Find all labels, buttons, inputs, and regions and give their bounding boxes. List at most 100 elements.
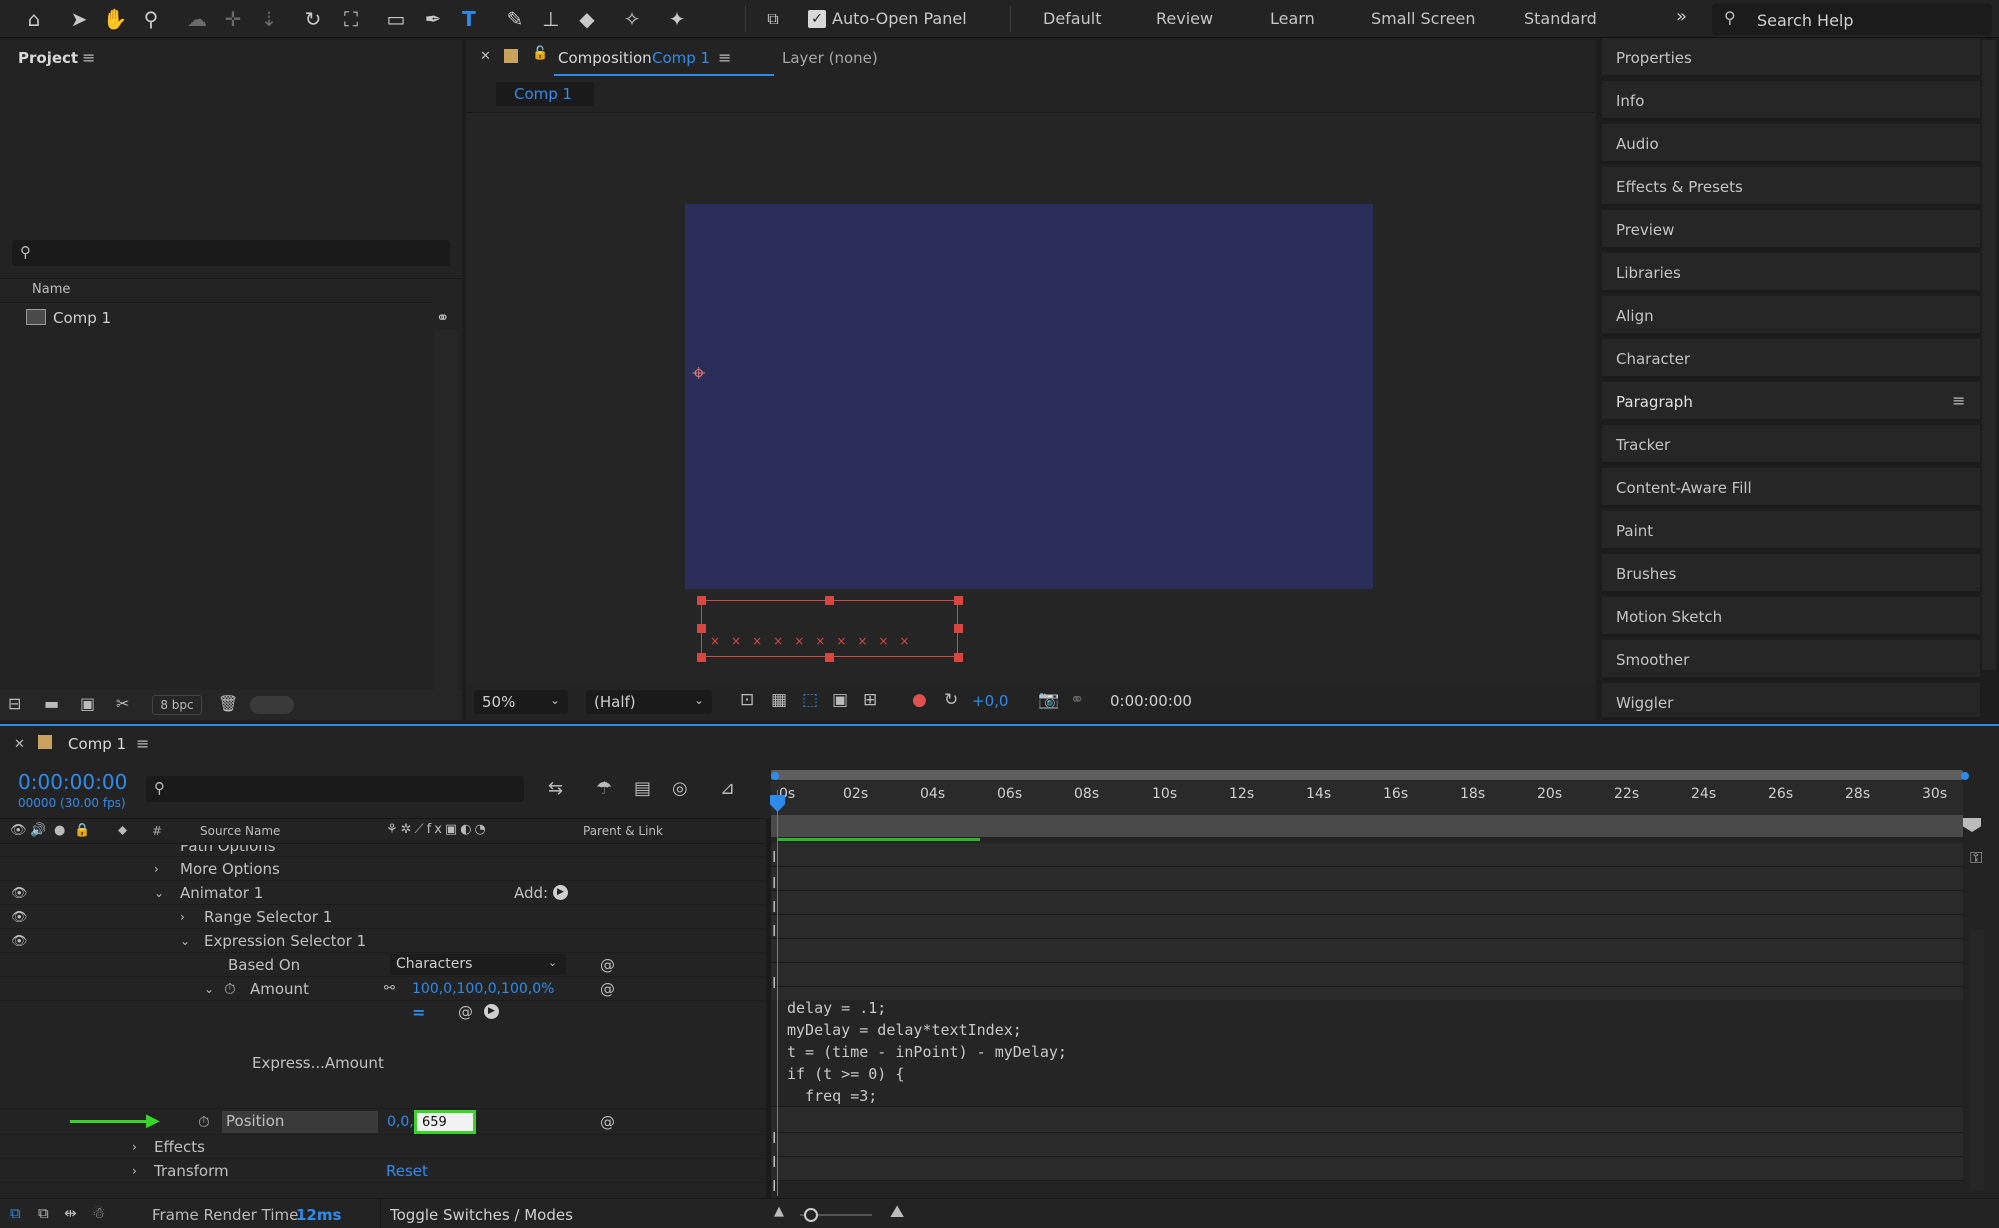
chevron-down-icon[interactable]: ⌄ (154, 886, 164, 900)
audio-switch-icon[interactable]: 🔊 (30, 823, 46, 838)
eraser-icon[interactable]: ◆ (574, 6, 600, 32)
project-scrollbar[interactable] (434, 330, 458, 718)
expression-pickwhip-icon[interactable]: @ (600, 956, 615, 974)
shy-layers-icon[interactable]: ☂ (596, 778, 612, 799)
name-column-header[interactable]: Name (32, 282, 70, 297)
transfer-controls-icon[interactable]: ⧉ (38, 1204, 49, 1222)
chevron-right-icon[interactable]: › (132, 1140, 137, 1154)
lock-switch-icon[interactable]: 🔒 (74, 823, 90, 838)
close-tab-icon[interactable]: ✕ (14, 737, 25, 752)
close-tab-icon[interactable]: ✕ (480, 49, 491, 64)
expression-code-line[interactable]: myDelay = delay*textIndex; (787, 1021, 1022, 1039)
range-selector-row[interactable]: 👁 › Range Selector 1 (0, 905, 765, 929)
panel-tracker[interactable]: Tracker (1602, 425, 1980, 465)
expression-pickwhip-icon[interactable]: @ (600, 1113, 615, 1131)
work-area-bar[interactable] (771, 770, 1963, 780)
workspace-default[interactable]: Default (1043, 9, 1101, 28)
parent-link-header[interactable]: Parent & Link (583, 824, 663, 838)
panel-paint[interactable]: Paint (1602, 511, 1980, 551)
thumbnail-toggle[interactable] (250, 696, 294, 714)
dolly-camera-icon[interactable]: ⇣ (256, 6, 282, 32)
composition-tab-name[interactable]: Comp 1 (652, 49, 710, 67)
new-folder-icon[interactable]: ▬ (44, 694, 59, 713)
trash-icon[interactable]: 🗑 (218, 694, 238, 713)
chevron-down-icon[interactable]: ⌄ (204, 982, 214, 996)
bounds-handle[interactable] (697, 624, 706, 633)
solo-switch-icon[interactable]: ● (54, 823, 65, 838)
expression-code-line[interactable]: t = (time - inPoint) - myDelay; (787, 1043, 1067, 1061)
comp-button-icon[interactable]: ⚿ (1970, 848, 1982, 868)
current-timecode[interactable]: 0:00:00:00 (18, 770, 127, 794)
text-layer-bounds[interactable] (701, 600, 958, 657)
workspace-learn[interactable]: Learn (1270, 9, 1315, 28)
expression-language-menu-button[interactable]: ▶ (484, 1004, 499, 1019)
transform-row[interactable]: › Transform Reset (0, 1159, 765, 1183)
flowchart-icon[interactable]: ⚭ (436, 308, 449, 327)
lock-icon[interactable]: 🔓 (532, 46, 548, 61)
effects-row[interactable]: › Effects (0, 1135, 765, 1159)
amount-value[interactable]: 100,0,100,0,100,0% (412, 981, 554, 997)
chevron-down-icon[interactable]: ⌄ (180, 934, 190, 948)
hand-icon[interactable]: ✋ (102, 6, 128, 32)
work-area-start-handle[interactable] (771, 772, 779, 780)
position-prefix[interactable]: 0,0, (387, 1114, 414, 1130)
rotate-icon[interactable]: ↻ (300, 6, 326, 32)
selection-arrow-icon[interactable]: ➤ (66, 6, 92, 32)
zoom-in-icon[interactable]: ⛰ (890, 1202, 904, 1222)
render-time-toggle-icon[interactable]: ⧉ (10, 1204, 21, 1222)
expression-code-line[interactable]: freq =3; (787, 1087, 877, 1105)
chevron-right-icon[interactable]: › (154, 862, 159, 876)
project-search-input[interactable]: ⚲ (12, 240, 450, 266)
expression-selector-row[interactable]: 👁 ⌄ Expression Selector 1 (0, 929, 765, 953)
bounds-handle[interactable] (954, 596, 963, 605)
grid-guides-icon[interactable]: ⊞ (863, 690, 877, 710)
bit-depth-button[interactable]: 8 bpc (152, 695, 202, 715)
panel-properties[interactable]: Properties (1602, 38, 1980, 78)
mask-visibility-icon[interactable]: ⬚ (802, 690, 818, 710)
panel-smoother[interactable]: Smoother (1602, 640, 1980, 680)
new-composition-icon[interactable]: ▣ (80, 694, 95, 713)
transparency-grid-icon[interactable]: ▦ (771, 690, 787, 710)
workspace-standard[interactable]: Standard (1524, 9, 1597, 28)
bounds-handle[interactable] (697, 653, 706, 662)
expression-graph-icon[interactable]: @ (458, 1003, 473, 1021)
timeline-tab-name[interactable]: Comp 1 (68, 735, 126, 753)
panel-menu-icon[interactable]: ≡ (136, 734, 149, 753)
project-panel-title[interactable]: Project (18, 49, 78, 67)
workspace-review[interactable]: Review (1156, 9, 1213, 28)
panel-libraries[interactable]: Libraries (1602, 253, 1980, 293)
enable-expression-icon[interactable]: = (412, 1003, 425, 1022)
transform-reset-link[interactable]: Reset (386, 1162, 428, 1180)
roto-brush-icon[interactable]: ✧ (619, 6, 645, 32)
project-item-comp[interactable]: Comp 1 (22, 304, 432, 332)
panel-brushes[interactable]: Brushes (1602, 554, 1980, 594)
eye-icon[interactable]: 👁 (11, 910, 28, 925)
constrain-proportions-icon[interactable]: ⚯ (384, 981, 395, 996)
eye-icon[interactable]: 👁 (11, 934, 28, 949)
pan-behind-icon[interactable]: ⛶ (338, 6, 364, 32)
exposure-value[interactable]: +0,0 (972, 692, 1008, 710)
stopwatch-icon[interactable]: ⏱ (224, 980, 236, 998)
adjust-project-settings-icon[interactable]: ✂ (116, 694, 129, 713)
search-help-field[interactable]: ⚲ Search Help (1712, 3, 1992, 35)
stopwatch-icon[interactable]: ⏱ (198, 1113, 210, 1131)
region-of-interest-icon[interactable]: ▣ (832, 690, 848, 710)
work-area-end-handle[interactable] (1961, 772, 1969, 780)
auto-open-panel-checkbox[interactable]: ✓ (808, 10, 826, 28)
anchor-point-icon[interactable]: ⌖ (692, 359, 706, 387)
zoom-out-icon[interactable]: ▲ (774, 1204, 784, 1219)
layer-tab[interactable]: Layer (none) (782, 49, 878, 67)
panel-menu-icon[interactable]: ≡ (1952, 391, 1965, 410)
video-switch-icon[interactable]: 👁 (10, 823, 27, 838)
viewer-timecode[interactable]: 0:00:00:00 (1110, 692, 1192, 710)
resolution-dropdown[interactable]: (Half) ⌄ (586, 690, 712, 714)
in-out-toggle-icon[interactable]: ⇹ (64, 1204, 77, 1222)
viewer[interactable]: ⌖ ×××××××××× (466, 113, 1594, 683)
interpret-footage-icon[interactable]: ⊟ (8, 694, 21, 713)
panel-content-aware-fill[interactable]: Content-Aware Fill (1602, 468, 1980, 508)
stretch-toggle-icon[interactable]: ☃ (92, 1204, 105, 1222)
right-panel-scrollbar[interactable] (1982, 40, 1996, 670)
panel-paragraph[interactable]: Paragraph ≡ (1602, 382, 1980, 422)
expression-code-line[interactable]: delay = .1; (787, 999, 886, 1017)
bounds-handle[interactable] (954, 653, 963, 662)
